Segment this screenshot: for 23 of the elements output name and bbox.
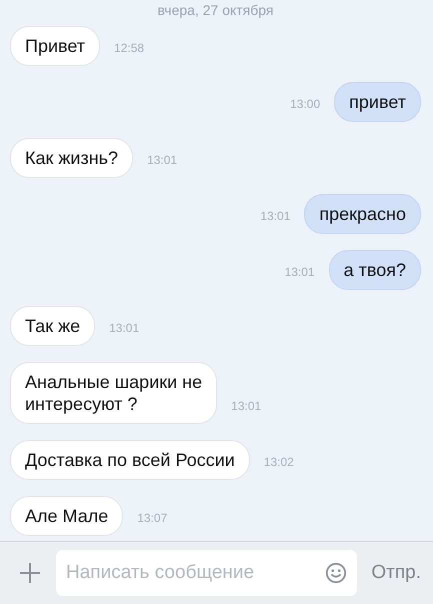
- add-icon[interactable]: [18, 561, 42, 585]
- message-bubble: Анальные шарики не интересуют ?: [10, 362, 218, 424]
- message-time: 13:00: [290, 97, 320, 113]
- message-input[interactable]: Написать сообщение: [56, 550, 358, 596]
- message-bubble: Привет: [10, 26, 100, 66]
- message-bubble: Так же: [10, 306, 96, 346]
- message-bubble: а твоя?: [328, 250, 421, 290]
- message-bubble: Как жизнь?: [10, 138, 134, 178]
- send-button[interactable]: Отпр.: [371, 562, 421, 584]
- message-bubble: привет: [334, 82, 421, 122]
- message-time: 13:01: [109, 321, 140, 337]
- smiley-icon[interactable]: [325, 562, 348, 584]
- message-bubble: Але Мале: [10, 496, 124, 536]
- message-time: 13:07: [137, 511, 168, 527]
- message-bubble: прекрасно: [304, 194, 421, 234]
- message-time: 13:01: [231, 399, 262, 415]
- date-header: вчера, 27 октября: [158, 1, 274, 20]
- message-time: 13:01: [284, 265, 315, 281]
- message-bubble: Доставка по всей России: [10, 440, 250, 480]
- message-time: 13:01: [260, 209, 290, 225]
- message-time: 13:01: [147, 153, 178, 169]
- message-time: 13:02: [264, 455, 294, 471]
- message-time: 12:58: [114, 41, 144, 57]
